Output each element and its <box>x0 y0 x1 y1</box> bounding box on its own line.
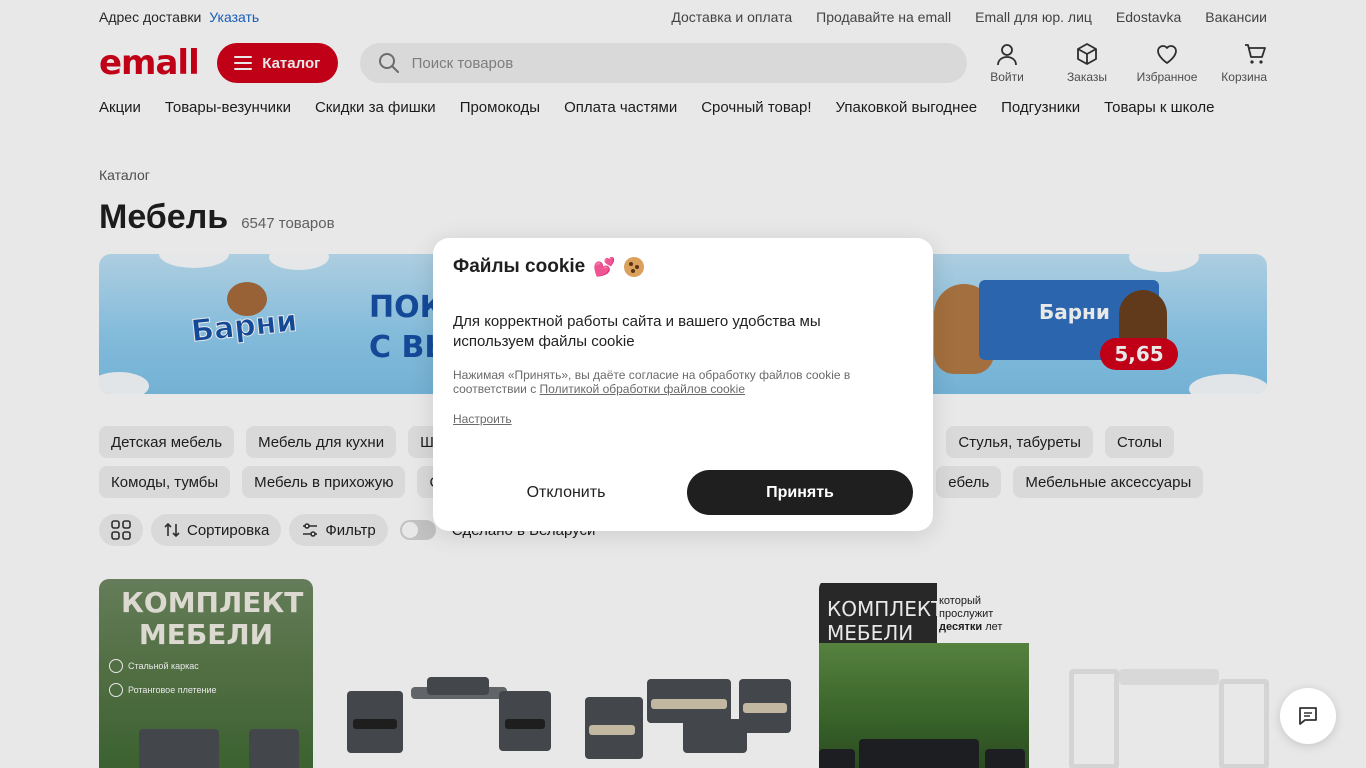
cookie-dialog-text: Для корректной работы сайта и вашего удо… <box>453 313 821 350</box>
page: Адрес доставки Указать Доставка и оплата… <box>0 0 1366 768</box>
cookie-policy-link[interactable]: Политикой обработки файлов cookie <box>540 382 745 396</box>
cookie-dialog-title: Файлы cookie <box>453 256 586 277</box>
cookie-dialog: Файлы cookie 💕 Для корректной работы сай… <box>433 238 933 531</box>
chat-icon <box>1299 707 1317 725</box>
cookie-consent-note: Нажимая «Принять», вы даёте согласие на … <box>453 368 893 396</box>
cookie-icon <box>623 257 644 277</box>
chat-button[interactable] <box>1280 688 1336 744</box>
decline-button[interactable]: Отклонить <box>453 470 679 515</box>
accept-button[interactable]: Принять <box>687 470 913 515</box>
cookie-dialog-title-row: Файлы cookie 💕 <box>453 256 913 278</box>
cookie-settings-link[interactable]: Настроить <box>453 412 512 426</box>
hearts-icon: 💕 <box>593 256 616 277</box>
cookie-dialog-buttons: Отклонить Принять <box>453 470 913 515</box>
